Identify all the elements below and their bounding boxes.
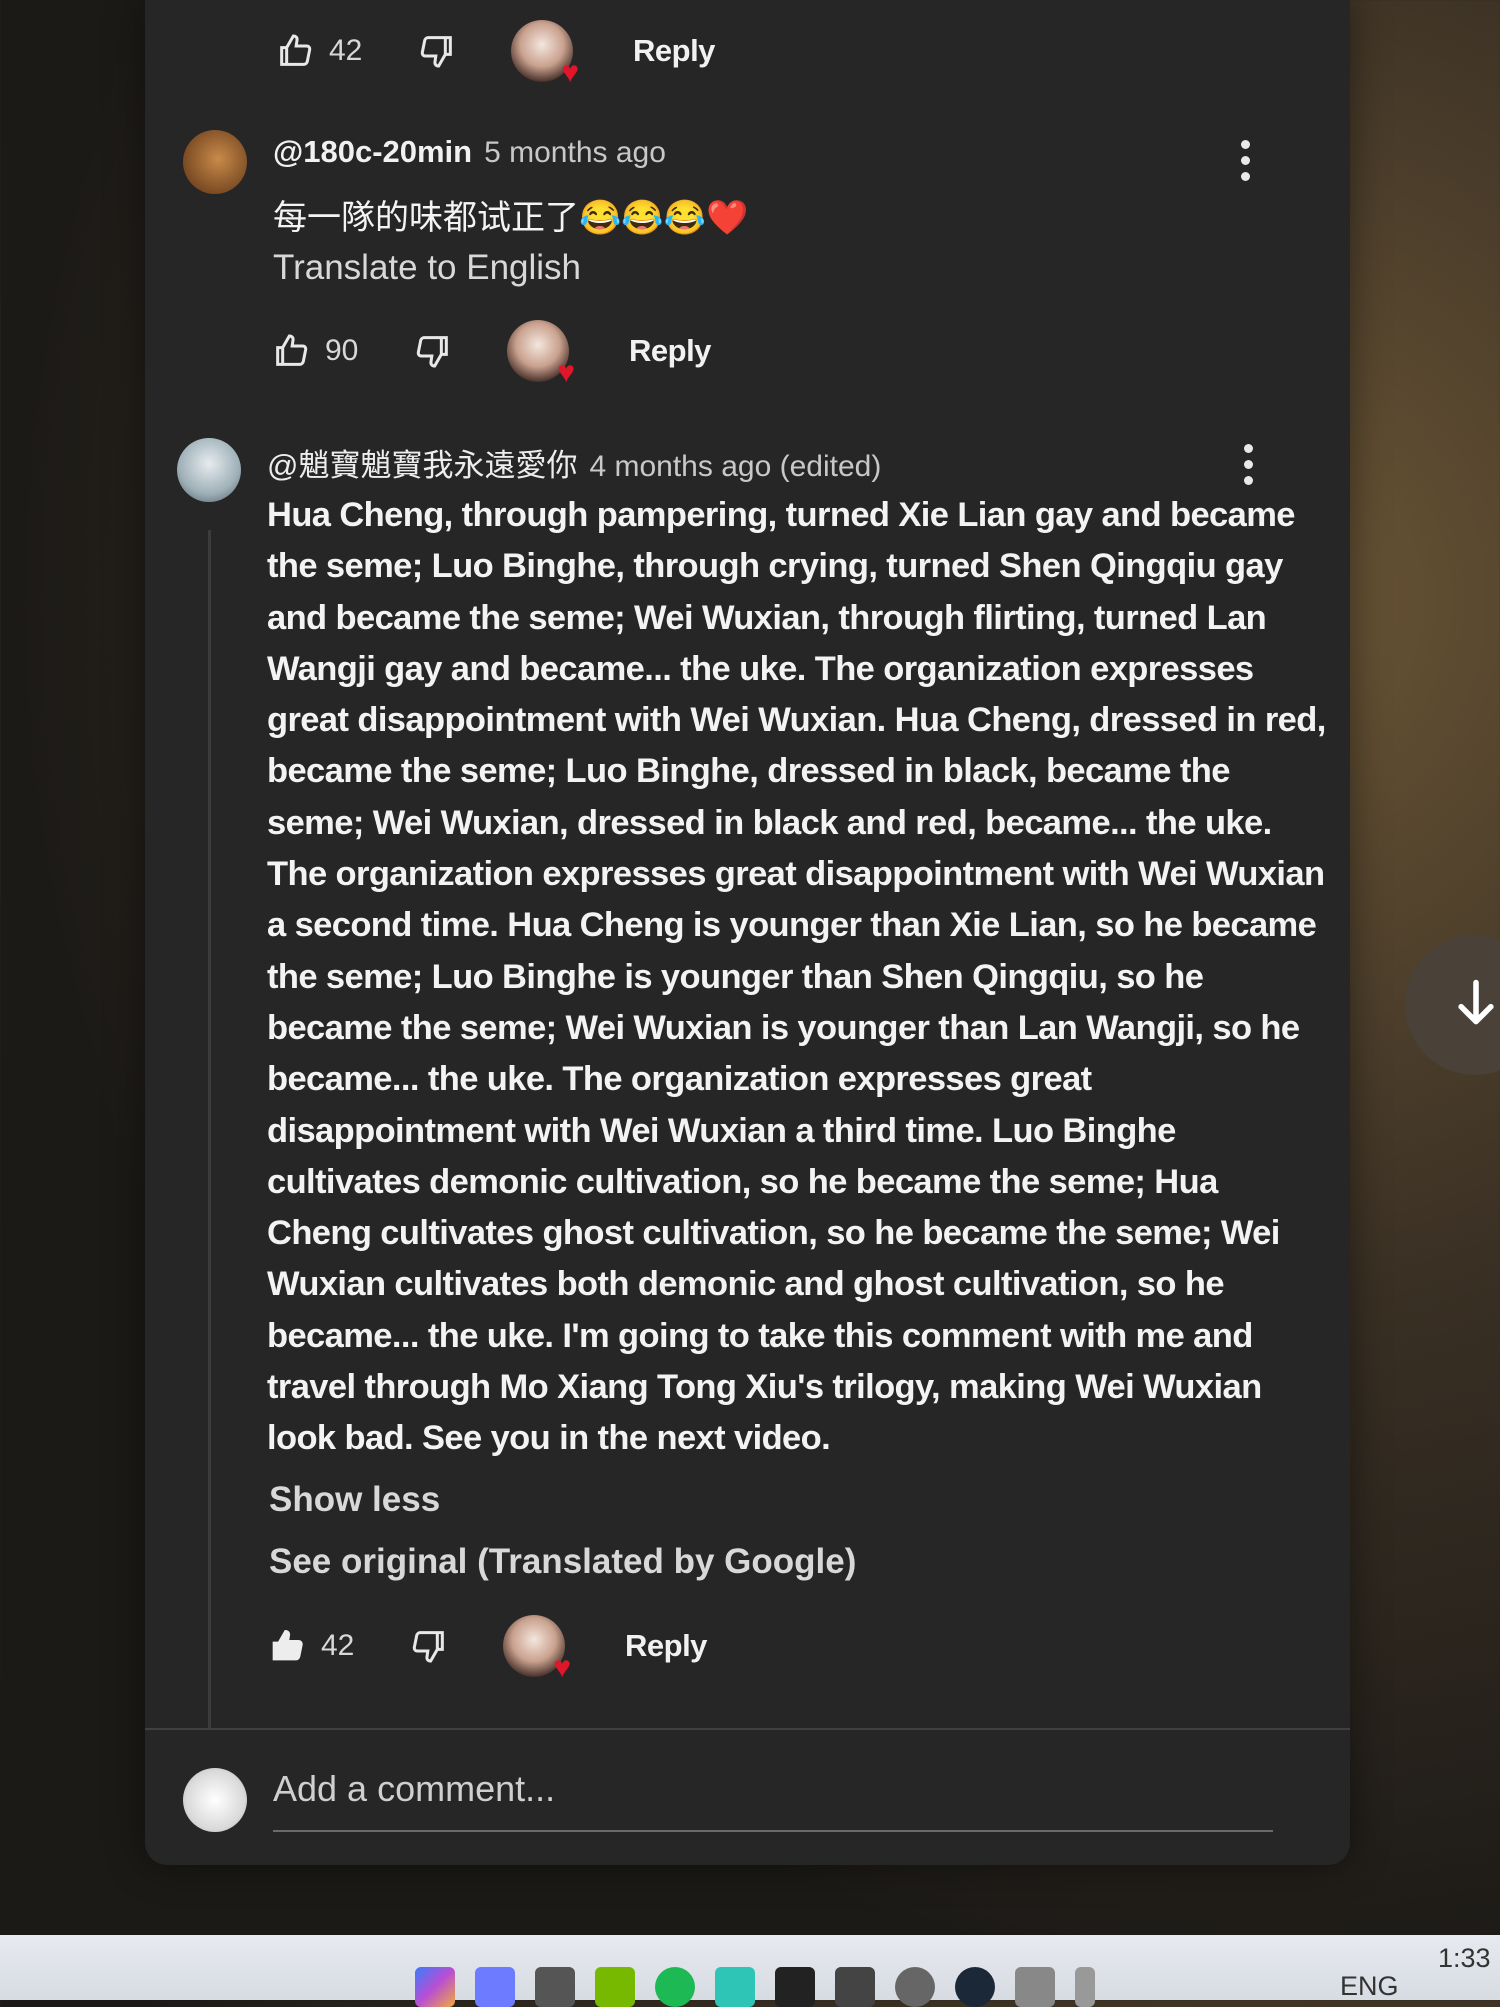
translate-link[interactable]: Translate to English — [273, 248, 581, 288]
reply-button[interactable]: Reply — [633, 33, 715, 69]
comments-panel: 42 ♥ Reply @180c-20min 5 months ago 每一隊的… — [145, 0, 1350, 1865]
thumbs-up-icon[interactable] — [275, 31, 315, 71]
thumbs-down-icon[interactable] — [409, 1626, 449, 1666]
comment-actions: 90 ♥ Reply — [271, 320, 711, 388]
thread-line — [208, 530, 211, 1730]
kebab-menu-icon[interactable] — [1238, 444, 1258, 485]
camera-icon[interactable] — [535, 1967, 575, 2007]
creator-heart-avatar: ♥ — [511, 20, 579, 88]
like-count: 42 — [321, 1629, 355, 1662]
user-avatar — [183, 1768, 247, 1832]
add-comment-input[interactable]: Add a comment... — [273, 1768, 555, 1810]
thumbs-up-icon[interactable] — [271, 331, 311, 371]
taskbar-app-icons — [415, 1967, 1095, 2007]
comment-header: @180c-20min 5 months ago — [273, 134, 666, 170]
see-original-link[interactable]: See original (Translated by Google) — [269, 1542, 856, 1582]
comment-author[interactable]: @魈寶魈寶我永遠愛你 — [267, 440, 577, 485]
comment-time[interactable]: 5 months ago — [484, 136, 666, 170]
comment-text: 每一隊的味都试正了😂😂😂❤️ — [273, 199, 749, 237]
scroll-down-button[interactable] — [1405, 935, 1500, 1075]
app-icon[interactable] — [895, 1967, 935, 2007]
heart-icon: ♥ — [553, 1651, 571, 1684]
like-count: 42 — [329, 34, 363, 67]
avatar[interactable] — [177, 438, 241, 502]
settings-icon[interactable] — [715, 1967, 755, 2007]
comment-time[interactable]: 4 months ago (edited) — [589, 450, 881, 484]
arrow-down-icon — [1453, 977, 1499, 1034]
input-underline — [273, 1830, 1273, 1832]
heart-icon: ♥ — [561, 56, 579, 89]
like-count: 90 — [325, 334, 359, 367]
creator-heart-avatar: ♥ — [507, 320, 575, 388]
creator-heart-avatar: ♥ — [503, 1615, 571, 1683]
comment-text: Hua Cheng, through pampering, turned Xie… — [267, 496, 1326, 1458]
clock[interactable]: 1:33 — [1438, 1943, 1491, 1974]
steam-icon[interactable] — [955, 1967, 995, 2007]
kebab-menu-icon[interactable] — [1235, 140, 1255, 181]
comment-header: @魈寶魈寶我永遠愛你 4 months ago (edited) — [267, 440, 881, 485]
heart-icon: ♥ — [557, 356, 575, 389]
keyboard-icon[interactable] — [835, 1967, 875, 2007]
discord-icon[interactable] — [475, 1967, 515, 2007]
copilot-icon[interactable] — [415, 1967, 455, 2007]
nvidia-icon[interactable] — [595, 1967, 635, 2007]
show-less-link[interactable]: Show less — [269, 1480, 440, 1520]
reply-button[interactable]: Reply — [629, 333, 711, 369]
language-indicator[interactable]: ENG — [1340, 1971, 1399, 2002]
defender-icon[interactable] — [1015, 1967, 1055, 2007]
spotify-icon[interactable] — [655, 1967, 695, 2007]
thumbs-up-icon[interactable] — [267, 1626, 307, 1666]
taskbar: ENG 1:33 — [0, 1935, 1500, 2007]
avatar[interactable] — [183, 130, 247, 194]
comment-actions: 42 ♥ Reply — [267, 1615, 707, 1683]
comment-actions: 42 ♥ Reply — [275, 20, 715, 88]
xbox-icon[interactable] — [775, 1967, 815, 2007]
comment-author[interactable]: @180c-20min — [273, 134, 472, 170]
usb-icon[interactable] — [1075, 1967, 1095, 2007]
divider — [145, 1728, 1350, 1730]
thumbs-down-icon[interactable] — [417, 31, 457, 71]
reply-button[interactable]: Reply — [625, 1628, 707, 1664]
thumbs-down-icon[interactable] — [413, 331, 453, 371]
